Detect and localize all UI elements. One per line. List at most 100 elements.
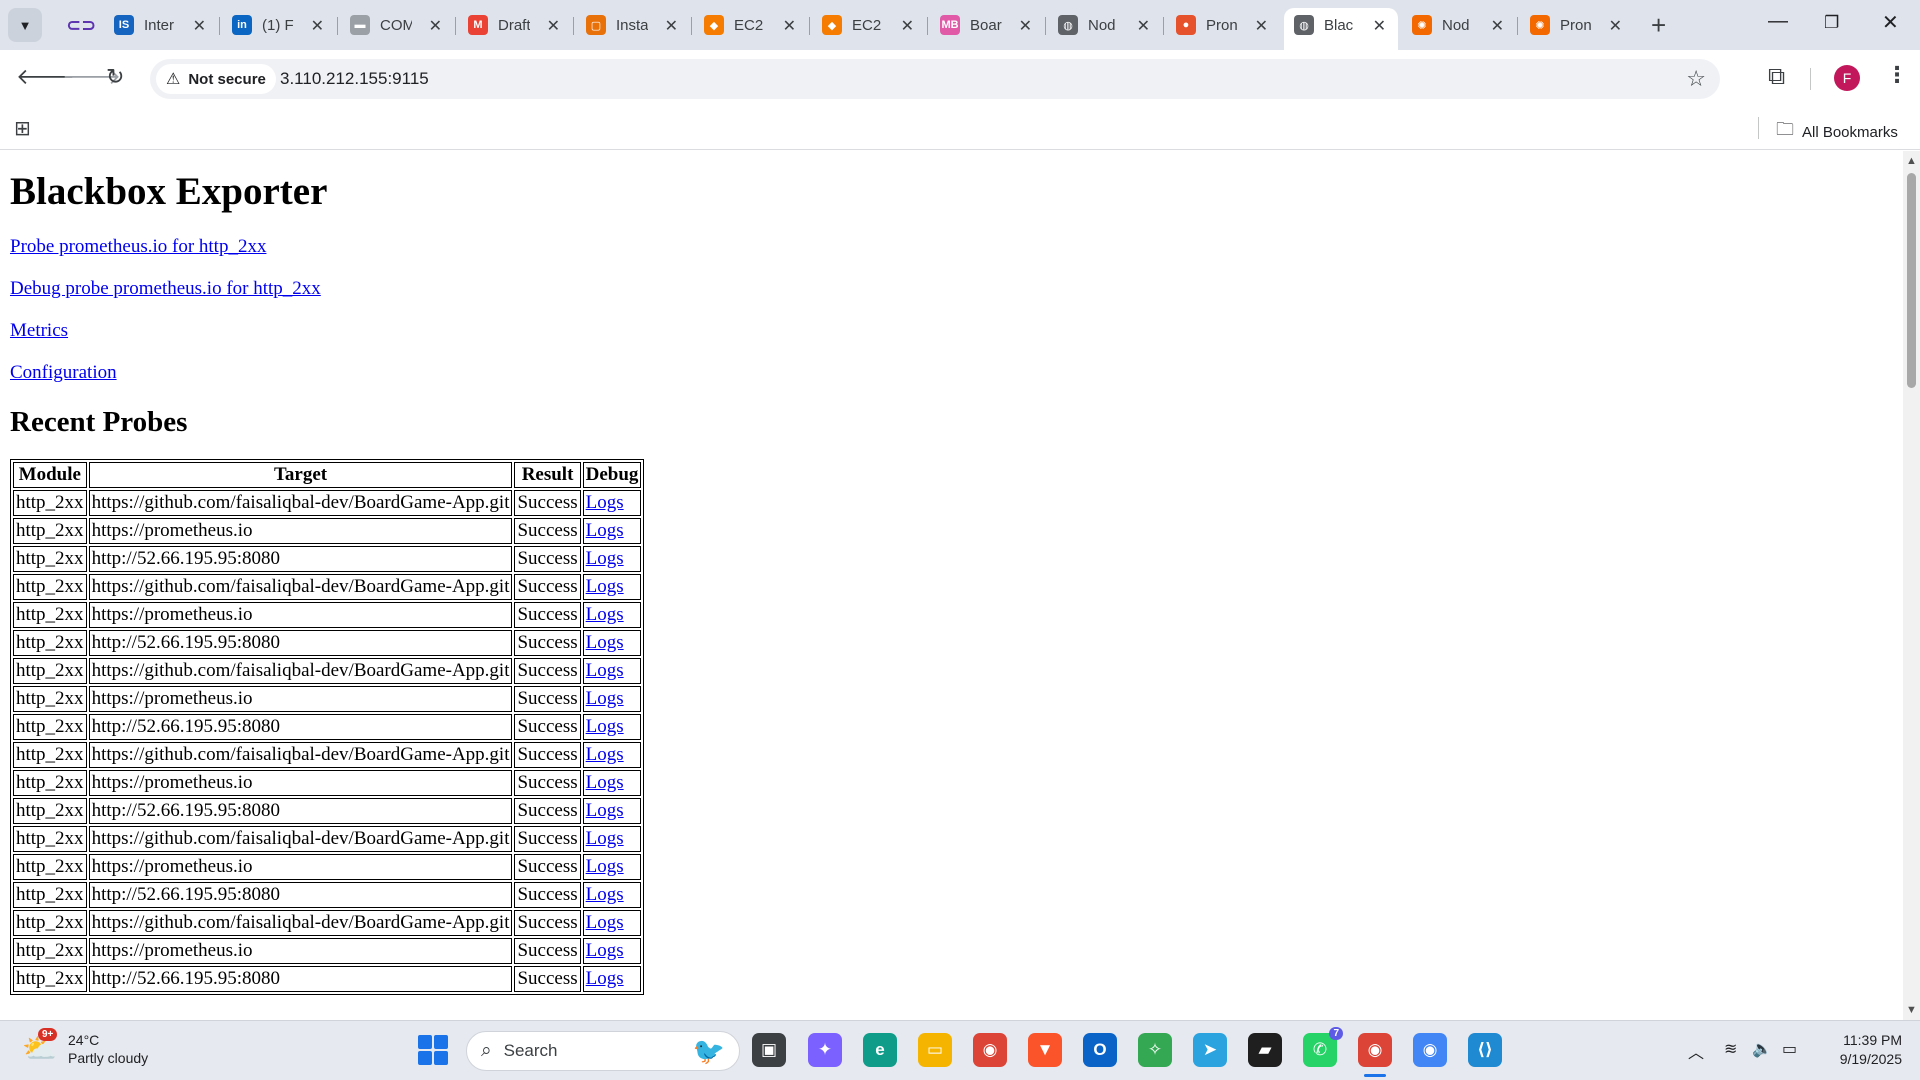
bookmarks-divider bbox=[1758, 117, 1759, 139]
tab-close-icon[interactable]: ✕ bbox=[1373, 16, 1386, 36]
debug-probe-link[interactable]: Debug probe prometheus.io for http_2xx bbox=[10, 278, 321, 299]
profile-avatar[interactable]: F bbox=[1834, 65, 1860, 91]
whatsapp-icon[interactable]: ✆ 7 bbox=[1303, 1027, 1343, 1067]
browser-tab[interactable]: ● Pron ✕ bbox=[1166, 8, 1280, 42]
sticky-notes-icon[interactable]: ▰ bbox=[1248, 1033, 1282, 1067]
tab-close-icon[interactable]: ✕ bbox=[1491, 16, 1504, 36]
metrics-link[interactable]: Metrics bbox=[10, 320, 68, 341]
tab-close-icon[interactable]: ✕ bbox=[1137, 16, 1150, 36]
scroll-down-arrow-icon[interactable]: ▼ bbox=[1906, 1004, 1917, 1016]
tab-separator bbox=[219, 17, 220, 35]
wifi-icon[interactable]: ≋ bbox=[1724, 1039, 1737, 1059]
vscode-icon[interactable]: ⟨⟩ bbox=[1468, 1033, 1502, 1067]
tab-search-button[interactable]: ▼ bbox=[8, 8, 42, 42]
logs-link[interactable]: Logs bbox=[586, 492, 624, 513]
logs-link[interactable]: Logs bbox=[586, 828, 624, 849]
configuration-link[interactable]: Configuration bbox=[10, 362, 117, 383]
logs-link[interactable]: Logs bbox=[586, 576, 624, 597]
table-row: http_2xx http://52.66.195.95:8080 Success L… bbox=[13, 545, 642, 572]
task-view-icon[interactable]: ▣ bbox=[752, 1033, 786, 1067]
close-window-button[interactable]: ✕ bbox=[1882, 10, 1899, 35]
logs-link[interactable]: Logs bbox=[586, 856, 624, 877]
extensions-icon[interactable]: ⧉ bbox=[1768, 63, 1785, 91]
browser-tab[interactable]: ✺ Pron ✕ bbox=[1520, 8, 1634, 42]
tab-separator bbox=[1517, 17, 1518, 35]
weather-widget[interactable]: ⛅ 9+ 24°C Partly cloudy bbox=[22, 1028, 148, 1067]
copilot-icon[interactable]: ✦ bbox=[808, 1033, 842, 1067]
bookmark-star-icon[interactable]: ☆ bbox=[1686, 66, 1706, 92]
browser-tab[interactable]: in (1) F ✕ bbox=[222, 8, 336, 42]
logs-link[interactable]: Logs bbox=[586, 968, 624, 989]
target-cell: https://github.com/faisaliqbal-dev/Board… bbox=[88, 573, 513, 600]
minimize-button[interactable]: — bbox=[1768, 10, 1788, 33]
logs-link[interactable]: Logs bbox=[586, 912, 624, 933]
taskbar-search-box[interactable]: ⌕ Search 🐦 bbox=[466, 1031, 740, 1071]
browser-tab[interactable]: M Draft ✕ bbox=[458, 8, 572, 42]
tab-close-icon[interactable]: ✕ bbox=[311, 16, 324, 36]
url-text[interactable]: 3.110.212.155:9115 bbox=[280, 69, 429, 89]
show-hidden-icons-chevron-icon[interactable]: ︿ bbox=[1688, 1039, 1704, 1063]
tab-title: Inter bbox=[144, 16, 175, 34]
scroll-up-arrow-icon[interactable]: ▲ bbox=[1906, 155, 1917, 167]
logs-link[interactable]: Logs bbox=[586, 716, 624, 737]
all-bookmarks-button[interactable]: 🗀 All Bookmarks bbox=[1776, 117, 1898, 147]
tab-close-icon[interactable]: ✕ bbox=[193, 16, 206, 36]
file-explorer-icon[interactable]: ▭ bbox=[918, 1033, 952, 1067]
logs-link[interactable]: Logs bbox=[586, 800, 624, 821]
logs-link[interactable]: Logs bbox=[586, 940, 624, 961]
volume-icon[interactable]: 🔈 bbox=[1752, 1039, 1772, 1059]
logs-link[interactable]: Logs bbox=[586, 744, 624, 765]
tab-close-icon[interactable]: ✕ bbox=[665, 16, 678, 36]
browser-tab[interactable]: IS Inter ✕ bbox=[104, 8, 218, 42]
telegram-icon[interactable]: ➤ bbox=[1193, 1033, 1227, 1067]
taskbar-clock[interactable]: 11:39 PM 9/19/2025 bbox=[1820, 1031, 1902, 1069]
start-button[interactable] bbox=[418, 1035, 448, 1065]
tab-group-link[interactable]: ⊂⊃ bbox=[56, 8, 96, 42]
tab-close-icon[interactable]: ✕ bbox=[783, 16, 796, 36]
tab-close-icon[interactable]: ✕ bbox=[429, 16, 442, 36]
tab-close-icon[interactable]: ✕ bbox=[547, 16, 560, 36]
browser-tab[interactable]: ◆ EC2 ✕ bbox=[812, 8, 926, 42]
tab-close-icon[interactable]: ✕ bbox=[1609, 16, 1622, 36]
apps-grid-icon[interactable]: ⊞ bbox=[14, 116, 31, 141]
outlook-icon[interactable]: O bbox=[1083, 1033, 1117, 1067]
new-tab-button[interactable]: + bbox=[1651, 10, 1666, 41]
browser-tab[interactable]: MB Boar ✕ bbox=[930, 8, 1044, 42]
tab-close-icon[interactable]: ✕ bbox=[901, 16, 914, 36]
logs-link[interactable]: Logs bbox=[586, 688, 624, 709]
menu-kebab-icon[interactable]: ⋮ bbox=[1886, 62, 1908, 88]
page-scrollbar[interactable]: ▲ ▼ bbox=[1903, 151, 1920, 1020]
tab-title: Draft bbox=[498, 16, 530, 34]
result-cell: Success bbox=[514, 881, 581, 908]
browser-tab[interactable]: ✺ Nod ✕ bbox=[1402, 8, 1516, 42]
logs-link[interactable]: Logs bbox=[586, 772, 624, 793]
scrollbar-thumb[interactable] bbox=[1907, 173, 1916, 388]
browser-tab[interactable]: ▬ COM ✕ bbox=[340, 8, 454, 42]
result-cell: Success bbox=[514, 909, 581, 936]
tab-close-icon[interactable]: ✕ bbox=[1019, 16, 1032, 36]
table-row: http_2xx https://prometheus.io Success Logs bbox=[13, 601, 642, 628]
logs-link[interactable]: Logs bbox=[586, 884, 624, 905]
gemini-icon[interactable]: ✧ bbox=[1138, 1033, 1172, 1067]
browser-tab[interactable]: ◆ EC2 ✕ bbox=[694, 8, 808, 42]
battery-icon[interactable]: ▭ bbox=[1782, 1039, 1797, 1059]
probe-link[interactable]: Probe prometheus.io for http_2xx bbox=[10, 236, 266, 257]
brave-icon[interactable]: ▼ bbox=[1028, 1033, 1062, 1067]
chrome-profile-icon[interactable]: ◉ bbox=[1358, 1033, 1392, 1077]
chrome-icon[interactable]: ◉ bbox=[1413, 1033, 1447, 1067]
browser-tab[interactable]: ▢ Insta ✕ bbox=[576, 8, 690, 42]
browser-tab[interactable]: ◍ Nod ✕ bbox=[1048, 8, 1162, 42]
logs-link[interactable]: Logs bbox=[586, 604, 624, 625]
logs-link[interactable]: Logs bbox=[586, 632, 624, 653]
tab-close-icon[interactable]: ✕ bbox=[1255, 16, 1268, 36]
chrome-icon[interactable]: ◉ bbox=[973, 1033, 1007, 1067]
restore-button[interactable]: ❐ bbox=[1824, 13, 1839, 33]
logs-link[interactable]: Logs bbox=[586, 660, 624, 681]
logs-link[interactable]: Logs bbox=[586, 520, 624, 541]
logs-link[interactable]: Logs bbox=[586, 548, 624, 569]
site-info-chip[interactable]: ⚠ Not secure bbox=[156, 64, 276, 94]
reload-button[interactable]: ↻ bbox=[106, 64, 124, 90]
edge-icon[interactable]: e bbox=[863, 1033, 897, 1067]
address-bar[interactable]: ⚠ Not secure 3.110.212.155:9115 ☆ bbox=[150, 59, 1720, 99]
browser-tab[interactable]: ◍ Blac ✕ bbox=[1284, 8, 1398, 50]
